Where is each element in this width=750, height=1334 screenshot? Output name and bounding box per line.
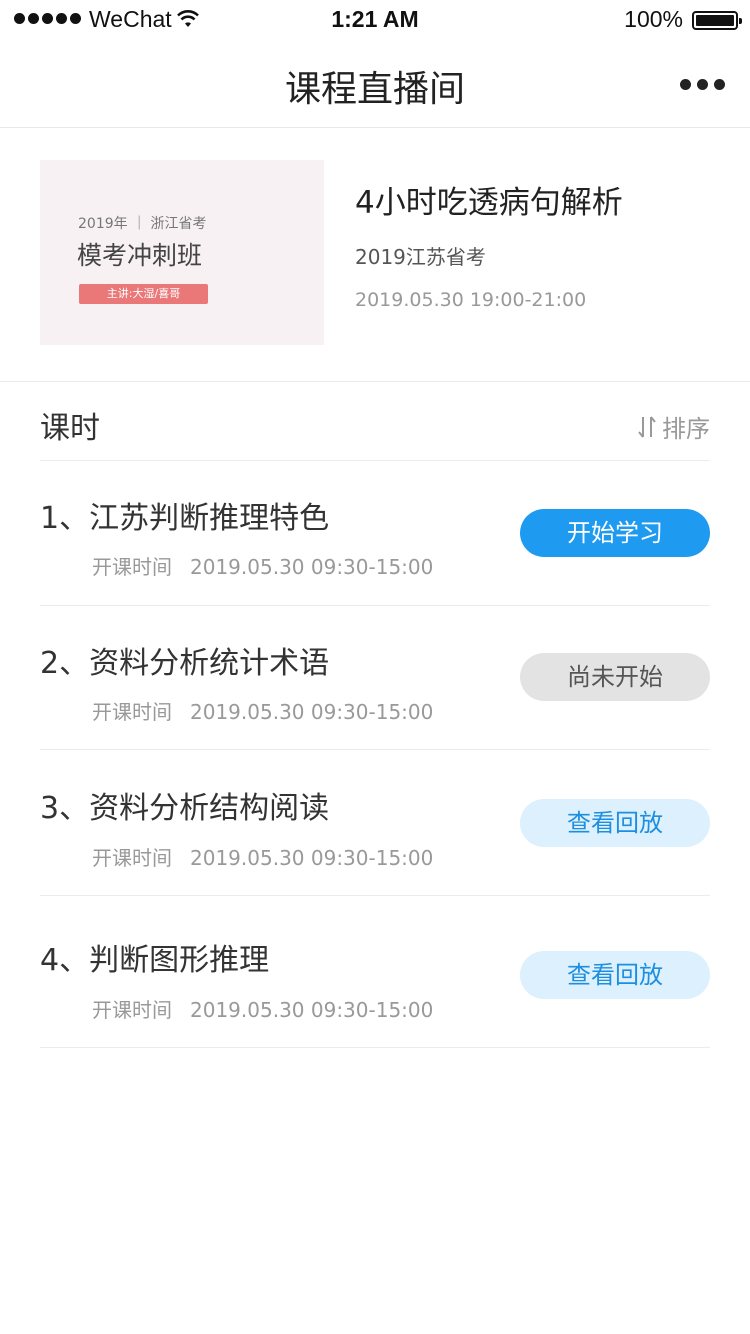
not-started-button[interactable]: 尚未开始 bbox=[520, 653, 710, 701]
course-card: 2019年 ｜ 浙江省考 模考冲刺班 主讲:大湿/喜哥 4小时吃透病句解析 20… bbox=[0, 129, 750, 382]
lesson-time-label: 开课时间 bbox=[92, 846, 172, 870]
course-cover-image: 2019年 ｜ 浙江省考 模考冲刺班 主讲:大湿/喜哥 bbox=[40, 160, 324, 345]
lesson-time: 2019.05.30 09:30-15:00 bbox=[190, 998, 434, 1022]
course-exam: 2019江苏省考 bbox=[355, 245, 486, 269]
status-bar: WeChat 1:21 AM 100% bbox=[0, 0, 750, 40]
battery-percent: 100% bbox=[624, 6, 683, 32]
lesson-title: 3、资料分析结构阅读 bbox=[40, 791, 330, 826]
more-dots-icon[interactable] bbox=[680, 79, 725, 90]
lesson-time: 2019.05.30 09:30-15:00 bbox=[190, 700, 434, 724]
lesson-time-label: 开课时间 bbox=[92, 555, 172, 579]
lesson-item[interactable]: 3、资料分析结构阅读 开课时间 2019.05.30 09:30-15:00 查看… bbox=[40, 750, 710, 896]
lesson-time-label: 开课时间 bbox=[92, 700, 172, 724]
sort-label: 排序 bbox=[662, 415, 710, 443]
page-title: 课程直播间 bbox=[284, 69, 465, 110]
view-replay-button[interactable]: 查看回放 bbox=[520, 799, 710, 847]
lesson-meta: 开课时间 2019.05.30 09:30-15:00 bbox=[92, 696, 433, 725]
lesson-item[interactable]: 2、资料分析统计术语 开课时间 2019.05.30 09:30-15:00 尚未… bbox=[40, 606, 710, 750]
lesson-time-label: 开课时间 bbox=[92, 998, 172, 1022]
lesson-time: 2019.05.30 09:30-15:00 bbox=[190, 555, 434, 579]
lesson-meta: 开课时间 2019.05.30 09:30-15:00 bbox=[92, 551, 433, 580]
battery-icon bbox=[692, 11, 742, 30]
lesson-title: 1、江苏判断推理特色 bbox=[40, 501, 330, 536]
course-title: 4小时吃透病句解析 bbox=[355, 185, 623, 221]
lesson-meta: 开课时间 2019.05.30 09:30-15:00 bbox=[92, 842, 433, 871]
nav-bar: 课程直播间 bbox=[0, 40, 750, 128]
lessons-title: 课时 bbox=[40, 411, 100, 446]
lesson-meta: 开课时间 2019.05.30 09:30-15:00 bbox=[92, 994, 433, 1023]
cover-teacher-badge: 主讲:大湿/喜哥 bbox=[79, 284, 208, 304]
lesson-item[interactable]: 4、判断图形推理 开课时间 2019.05.30 09:30-15:00 查看回放 bbox=[40, 896, 710, 1048]
cover-subtitle: 2019年 ｜ 浙江省考 bbox=[78, 216, 207, 232]
start-study-button[interactable]: 开始学习 bbox=[520, 509, 710, 557]
course-datetime: 2019.05.30 19:00-21:00 bbox=[355, 289, 587, 311]
lessons-header: 课时 排序 bbox=[40, 383, 710, 461]
view-replay-button[interactable]: 查看回放 bbox=[520, 951, 710, 999]
lesson-item[interactable]: 1、江苏判断推理特色 开课时间 2019.05.30 09:30-15:00 开始… bbox=[40, 461, 710, 606]
lesson-time: 2019.05.30 09:30-15:00 bbox=[190, 846, 434, 870]
sort-arrows-icon bbox=[638, 415, 656, 438]
lesson-title: 4、判断图形推理 bbox=[40, 943, 270, 978]
sort-button[interactable]: 排序 bbox=[636, 409, 710, 444]
cover-title: 模考冲刺班 bbox=[77, 241, 203, 270]
lesson-title: 2、资料分析统计术语 bbox=[40, 646, 330, 681]
